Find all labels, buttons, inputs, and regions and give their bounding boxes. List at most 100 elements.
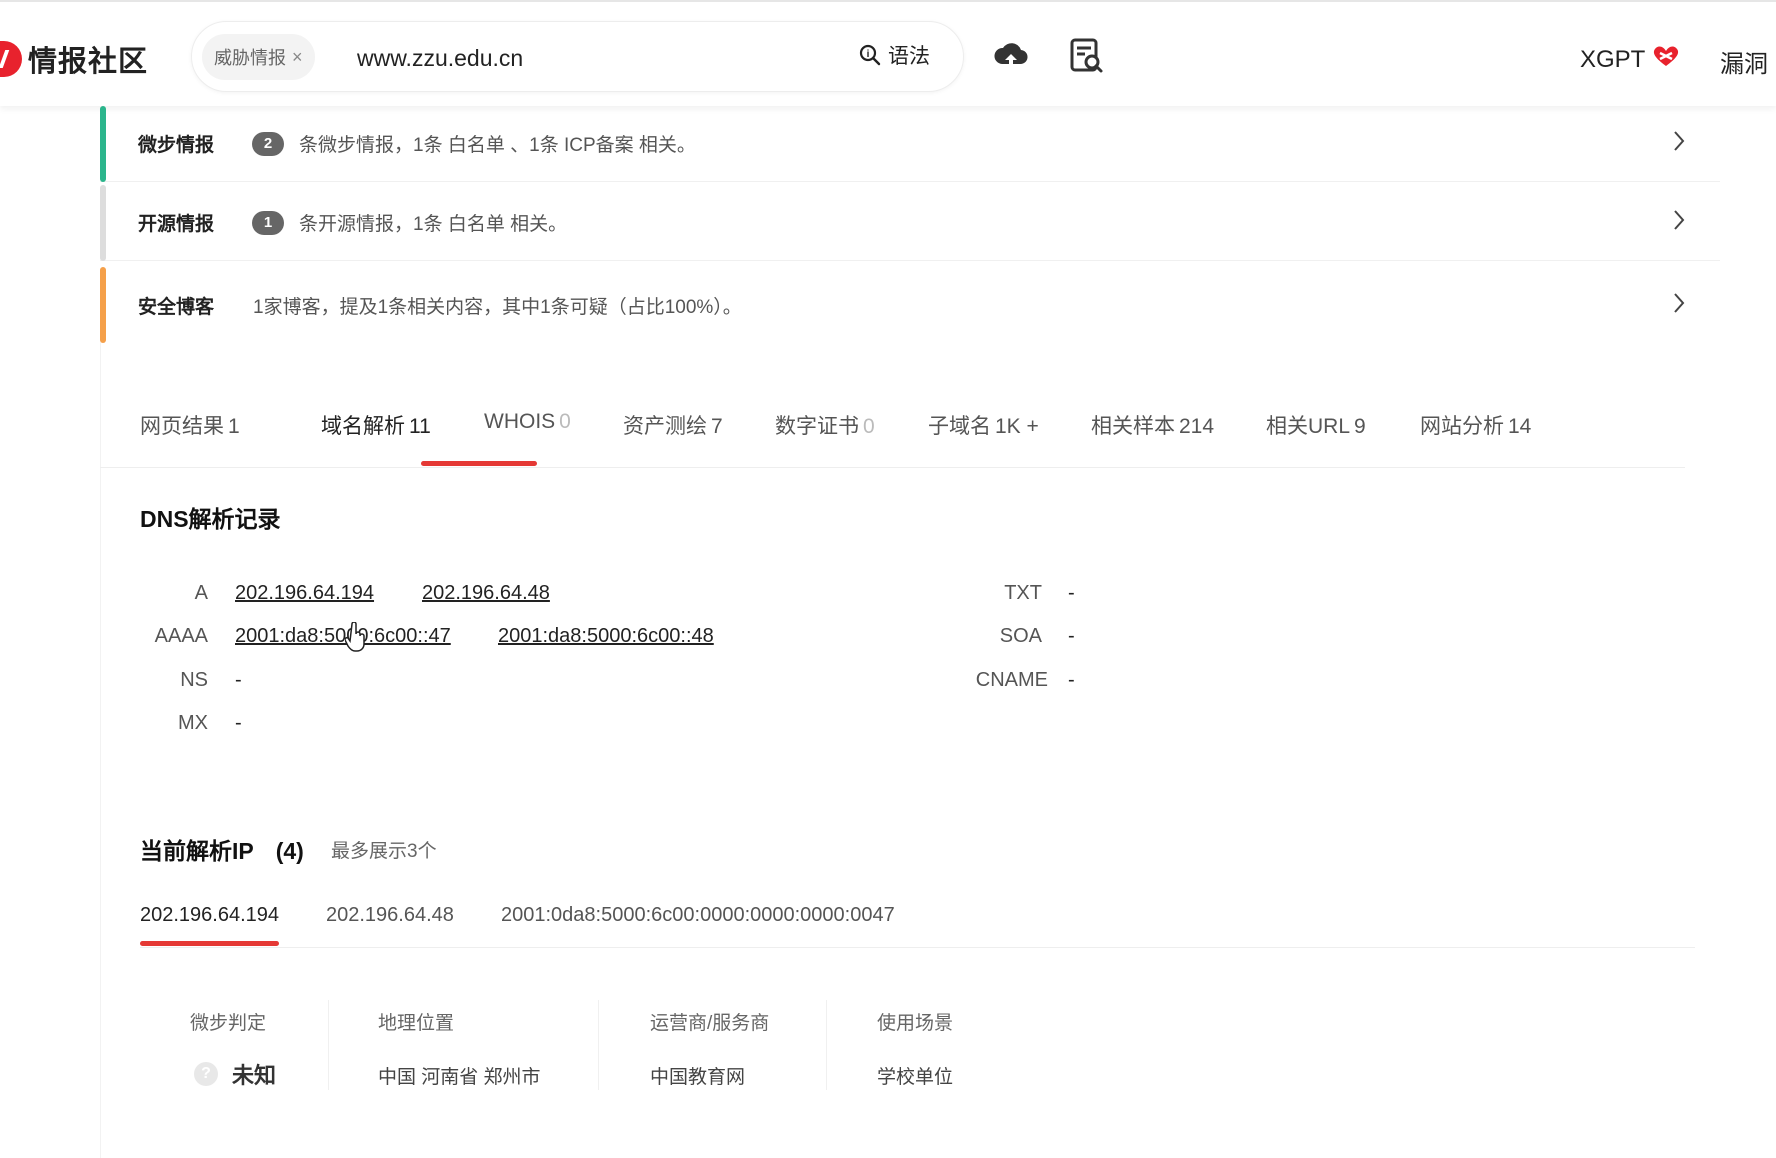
tab-related-urls[interactable]: 相关URL 9 xyxy=(1266,410,1366,440)
tab-count: 9 xyxy=(1354,415,1366,438)
vuln-link[interactable]: 漏洞 xyxy=(1720,44,1768,79)
row-color-bar xyxy=(100,106,106,182)
intel-row-security-blog[interactable]: 安全博客 1家博客，提及1条相关内容，其中1条可疑（占比100%）。 xyxy=(100,267,1720,343)
current-ip-count: (4) xyxy=(275,838,304,864)
xgpt-heart-icon xyxy=(1651,44,1681,75)
active-tab-indicator xyxy=(421,461,537,466)
dns-a-record-link[interactable]: 202.196.64.48 xyxy=(422,582,550,605)
search-input[interactable] xyxy=(357,36,837,80)
ip-tab[interactable]: 202.196.64.48 xyxy=(326,904,454,927)
top-header: 情报社区 威胁情报 × i 语法 xyxy=(0,0,1776,106)
dns-soa-value: - xyxy=(1068,625,1075,647)
dns-section-title: DNS解析记录 xyxy=(140,506,281,532)
dns-label-aaaa: AAAA xyxy=(154,625,208,647)
intel-row-title: 微步情报 xyxy=(138,135,215,156)
intel-count-badge: 2 xyxy=(252,131,284,156)
intel-count-badge: 1 xyxy=(252,210,284,235)
dns-ns-value: - xyxy=(235,669,242,691)
logo[interactable]: 情报社区 xyxy=(0,38,148,80)
usage-heading: 使用场景 xyxy=(877,1013,954,1034)
tab-asset-mapping[interactable]: 资产测绘 7 xyxy=(623,410,723,440)
tab-dns[interactable]: 域名解析 11 xyxy=(321,410,431,440)
intel-row-title: 安全博客 xyxy=(138,296,215,318)
logo-mark-icon xyxy=(0,41,22,77)
question-icon: ? xyxy=(194,1062,218,1086)
svg-text:i: i xyxy=(867,49,870,60)
intel-row-opensource[interactable]: 开源情报 1 条开源情报，1条 白名单 相关。 xyxy=(100,185,1720,261)
xgpt-link[interactable]: XGPT xyxy=(1580,44,1681,75)
dns-label-cname: CNAME xyxy=(975,669,1048,691)
usage-value: 学校单位 xyxy=(877,1067,954,1088)
verdict-text: 未知 xyxy=(232,1063,277,1088)
geo-heading: 地理位置 xyxy=(378,1013,455,1034)
dns-aaaa-record-link[interactable]: 2001:da8:5000:6c00::48 xyxy=(498,625,714,648)
syntax-button[interactable]: i 语法 xyxy=(858,40,930,70)
column-divider xyxy=(598,1000,599,1090)
dns-label-ns: NS xyxy=(180,669,208,691)
tab-label: 子域名 xyxy=(928,415,991,438)
ip-tab[interactable]: 202.196.64.194 xyxy=(140,904,279,927)
tab-label: 网页结果 xyxy=(140,415,224,438)
chevron-right-icon[interactable] xyxy=(1672,130,1686,157)
tab-certificates[interactable]: 数字证书 0 xyxy=(775,410,875,440)
tab-label: 相关URL xyxy=(1266,415,1351,438)
report-search-icon[interactable] xyxy=(1070,38,1104,79)
isp-heading: 运营商/服务商 xyxy=(650,1013,770,1034)
xgpt-label: XGPT xyxy=(1580,45,1646,73)
tab-whois[interactable]: WHOIS 0 xyxy=(484,410,571,434)
intel-row-title: 开源情报 xyxy=(138,214,215,235)
dns-mx-value: - xyxy=(235,712,242,734)
isp-value: 中国教育网 xyxy=(650,1067,746,1088)
geo-value: 中国 河南省 郑州市 xyxy=(378,1067,541,1088)
intel-row-desc: 1家博客，提及1条相关内容，其中1条可疑（占比100%）。 xyxy=(253,296,742,318)
search-scope-pill[interactable]: 威胁情报 × xyxy=(202,34,315,80)
ip-tab[interactable]: 2001:0da8:5000:6c00:0000:0000:0000:0047 xyxy=(501,904,895,927)
active-ip-indicator xyxy=(140,941,279,946)
tab-count: 1 xyxy=(228,415,240,438)
intel-row-threatbook[interactable]: 微步情报 2 条微步情报，1条 白名单 、1条 ICP备案 相关。 xyxy=(100,106,1720,182)
tab-count: 14 xyxy=(1508,415,1532,438)
tab-label: 数字证书 xyxy=(775,415,859,438)
current-ip-title: 当前解析IP (4) xyxy=(140,832,304,866)
dns-a-record-link[interactable]: 202.196.64.194 xyxy=(235,582,374,605)
tab-label: 相关样本 xyxy=(1091,415,1175,438)
logo-text: 情报社区 xyxy=(28,46,149,78)
syntax-label: 语法 xyxy=(888,45,930,68)
current-ip-title-text: 当前解析IP xyxy=(140,838,254,864)
search-icon: i xyxy=(859,44,881,66)
verdict-value: ? 未知 xyxy=(194,1058,276,1090)
close-icon[interactable]: × xyxy=(292,47,303,68)
chevron-right-icon[interactable] xyxy=(1672,292,1686,319)
chevron-right-icon[interactable] xyxy=(1672,209,1686,236)
tab-count: 1K + xyxy=(995,415,1039,438)
tab-subdomains[interactable]: 子域名 1K + xyxy=(928,410,1039,440)
upload-cloud-icon[interactable] xyxy=(993,40,1029,77)
search-box: 威胁情报 × i 语法 xyxy=(191,21,964,92)
dns-label-mx: MX xyxy=(178,712,208,734)
hand-cursor-icon xyxy=(344,621,367,657)
tab-count: 11 xyxy=(409,415,431,438)
tab-count: 214 xyxy=(1179,415,1215,438)
tab-count: 7 xyxy=(711,415,723,438)
result-tabs: 网页结果 1 域名解析 11 WHOIS 0 资产测绘 7 数字证书 0 子域名 1K + … xyxy=(100,400,1685,468)
column-divider xyxy=(826,1000,827,1090)
tab-related-samples[interactable]: 相关样本 214 xyxy=(1091,410,1214,440)
tab-count: 0 xyxy=(559,410,571,433)
intel-row-desc: 条开源情报，1条 白名单 相关。 xyxy=(299,214,568,235)
tab-site-analysis[interactable]: 网站分析 14 xyxy=(1420,410,1531,440)
tab-label: 资产测绘 xyxy=(623,415,707,438)
verdict-heading: 微步判定 xyxy=(190,1013,267,1034)
tab-web-results[interactable]: 网页结果 1 xyxy=(140,410,240,440)
dns-txt-value: - xyxy=(1068,582,1075,604)
row-color-bar xyxy=(100,185,106,261)
dns-aaaa-record-link[interactable]: 2001:da8:5000:6c00::47 xyxy=(235,625,451,648)
dns-label-soa: SOA xyxy=(999,625,1042,647)
tab-label: WHOIS xyxy=(484,410,556,433)
current-ip-note: 最多展示3个 xyxy=(331,841,437,862)
tab-label: 域名解析 xyxy=(321,415,405,438)
column-divider xyxy=(328,1000,329,1090)
row-color-bar xyxy=(100,267,106,343)
tab-label: 网站分析 xyxy=(1420,415,1504,438)
dns-label-a: A xyxy=(194,582,208,604)
dns-cname-value: - xyxy=(1068,669,1075,691)
